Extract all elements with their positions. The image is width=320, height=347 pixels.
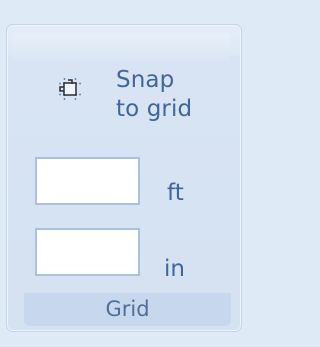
snap-label-line-1: Snap bbox=[116, 67, 175, 93]
snap-label-line-2: to grid bbox=[116, 96, 193, 122]
grid-inches-input[interactable] bbox=[37, 230, 138, 274]
snap-to-grid-button[interactable]: Snap to grid bbox=[48, 66, 192, 128]
feet-unit-label: ft bbox=[167, 180, 184, 206]
snap-to-grid-icon bbox=[59, 78, 81, 100]
grid-group-top-strip bbox=[12, 33, 230, 61]
inches-unit-label: in bbox=[164, 256, 185, 282]
grid-feet-input-wrapper bbox=[35, 157, 140, 205]
grid-inches-input-wrapper bbox=[35, 228, 140, 276]
grid-feet-input[interactable] bbox=[37, 159, 138, 203]
grid-group-label-bar: Grid bbox=[24, 293, 231, 326]
snap-to-grid-label: Snap to grid bbox=[116, 66, 228, 124]
grid-group-label: Grid bbox=[105, 297, 150, 321]
